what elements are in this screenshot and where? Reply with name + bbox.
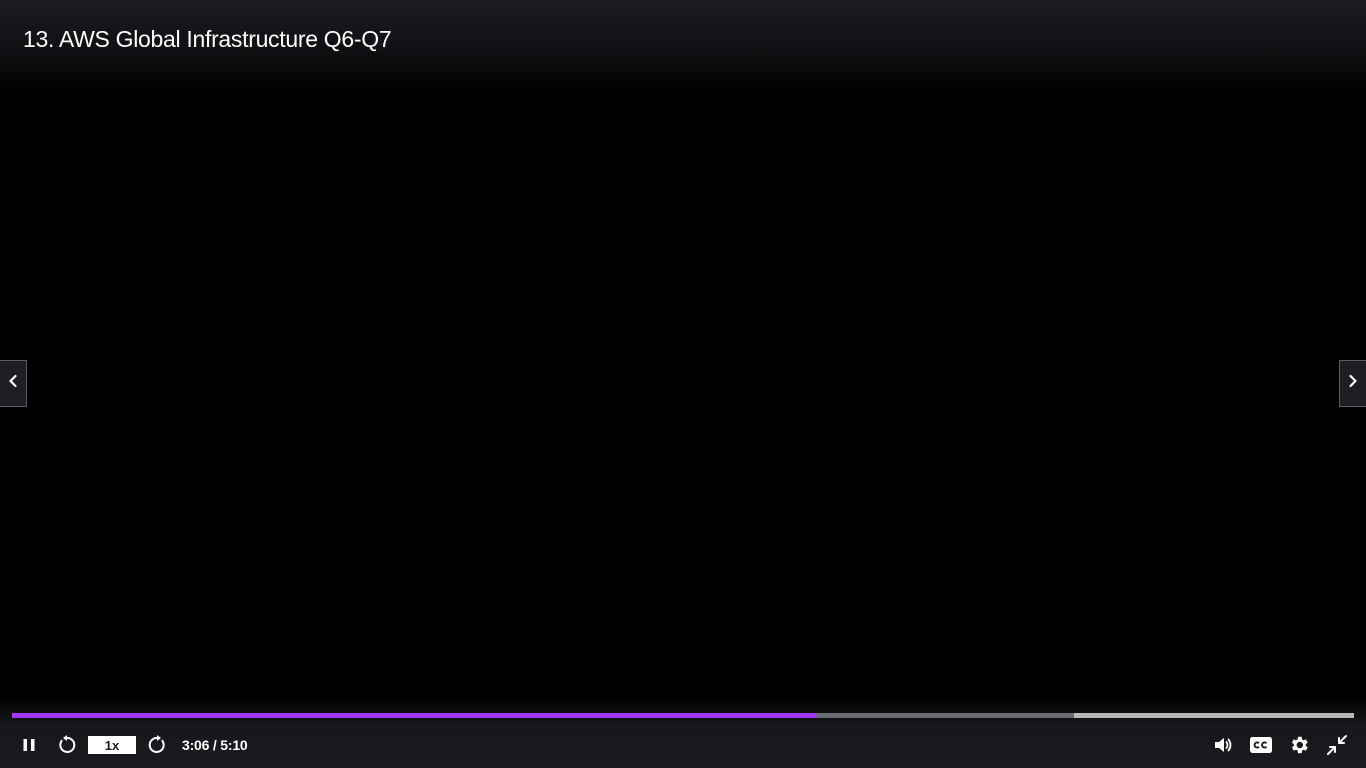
playback-speed-button[interactable]: 1x [88,736,136,754]
captions-button[interactable] [1248,732,1274,758]
captions-icon [1249,734,1273,756]
exit-fullscreen-button[interactable] [1324,732,1350,758]
exit-fullscreen-icon [1326,734,1348,756]
progress-played [12,713,818,718]
settings-button[interactable] [1286,732,1312,758]
video-title: 13. AWS Global Infrastructure Q6-Q7 [23,26,392,52]
rewind-icon [56,734,78,756]
previous-lecture-button[interactable] [0,360,27,407]
video-player[interactable]: 13. AWS Global Infrastructure Q6-Q7 1x 3… [0,0,1366,768]
chevron-left-icon [6,374,20,393]
pause-icon [21,737,37,753]
control-bar [0,696,1366,768]
pause-button[interactable] [17,732,41,758]
forward-button[interactable] [145,732,169,758]
progress-unbuffered [1073,713,1354,718]
time-display: 3:06 / 5:10 [182,737,248,753]
volume-button[interactable] [1210,732,1236,758]
forward-icon [146,734,168,756]
chevron-right-icon [1346,374,1360,393]
volume-icon [1212,734,1234,756]
video-surface[interactable] [0,0,1366,768]
gear-icon [1288,734,1310,756]
progress-bar[interactable] [12,713,1354,718]
rewind-button[interactable] [55,732,79,758]
next-lecture-button[interactable] [1339,360,1366,407]
